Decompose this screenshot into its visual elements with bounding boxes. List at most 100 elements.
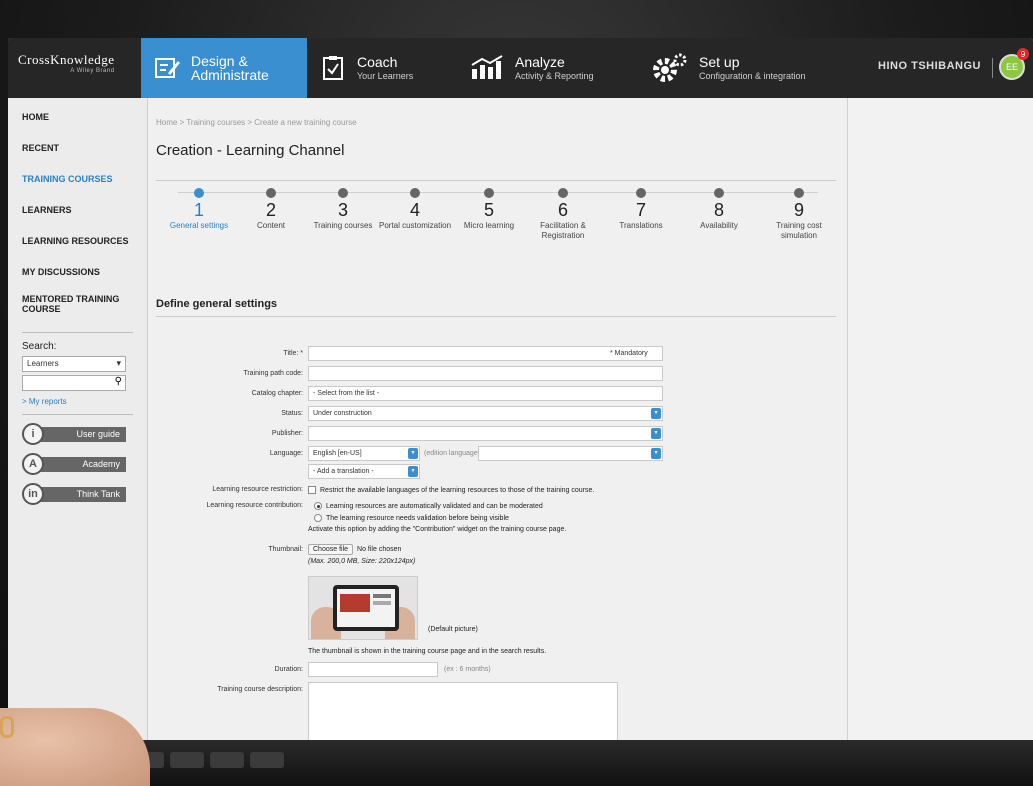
user-name[interactable]: HINO TSHIBANGU <box>878 60 981 72</box>
file-picker[interactable]: Choose file No file chosen <box>308 544 401 555</box>
radio-button[interactable] <box>314 514 322 522</box>
divider <box>156 180 836 181</box>
divider <box>22 332 133 333</box>
step-dot <box>338 188 348 198</box>
nav-coach[interactable]: Coach Your Learners <box>307 38 457 98</box>
restriction-option[interactable]: Restrict the available languages of the … <box>308 486 594 494</box>
publisher-row: Publisher: <box>148 426 303 442</box>
restriction-checkbox[interactable] <box>308 486 316 494</box>
training-path-code-input[interactable] <box>308 366 663 381</box>
status-select[interactable]: Under construction ▾ <box>308 406 663 421</box>
step-content[interactable]: 2 Content <box>234 188 308 231</box>
step-dot <box>714 188 724 198</box>
photo-scene: CrossKnowledge A Wiley Brand Design & Ad… <box>0 0 1033 786</box>
choose-file-button[interactable]: Choose file <box>308 544 354 555</box>
divider <box>992 58 993 78</box>
option-text: Learning resources are automatically val… <box>326 502 543 510</box>
thumbnail-image <box>308 576 418 640</box>
gear-icon <box>649 53 689 82</box>
sidebar-item-training-courses[interactable]: TRAINING COURSES <box>8 164 147 195</box>
select-value: English [en-US] <box>313 450 362 457</box>
user-guide-button[interactable]: User guide i <box>22 423 133 445</box>
sidebar: HOME RECENT TRAINING COURSES LEARNERS LE… <box>8 98 148 758</box>
sidebar-item-my-discussions[interactable]: MY DISCUSSIONS <box>8 257 147 288</box>
my-reports-link[interactable]: > My reports <box>22 397 133 406</box>
field-label: Training path code: <box>243 370 303 377</box>
notification-badge[interactable]: 9 <box>1017 48 1029 60</box>
tablet-image <box>333 585 399 631</box>
contribution-row: Learning resource contribution: <box>148 498 303 514</box>
step-general-settings[interactable]: 1 General settings <box>162 188 236 231</box>
sidebar-item-home[interactable]: HOME <box>8 102 147 133</box>
step-training-courses[interactable]: 3 Training courses <box>306 188 380 231</box>
language-select[interactable]: English [en-US] ▾ <box>308 446 420 461</box>
step-training-cost-simulation[interactable]: 9 Training cost simulation <box>762 188 836 241</box>
laptop-screen: CrossKnowledge A Wiley Brand Design & Ad… <box>8 38 1033 758</box>
step-label: Content <box>256 221 286 230</box>
sidebar-item-recent[interactable]: RECENT <box>8 133 147 164</box>
wizard-steps: 1 General settings 2 Content 3 Training … <box>168 188 828 268</box>
select-value: Under construction <box>313 410 372 417</box>
breadcrumb[interactable]: Home > Training courses > Create a new t… <box>156 118 357 127</box>
step-dot <box>194 188 204 198</box>
step-number: 2 <box>265 200 276 220</box>
duration-input[interactable] <box>308 662 438 677</box>
nav-subtitle: Activity & Reporting <box>515 71 594 81</box>
logo-text: CrossKnowledge <box>18 52 115 67</box>
step-label: Portal customization <box>378 221 452 230</box>
radio-button[interactable] <box>314 502 322 510</box>
add-translation-select[interactable]: - Add a translation - ▾ <box>308 464 420 479</box>
nav-design-administrate[interactable]: Design & Administrate <box>141 38 307 98</box>
step-translations[interactable]: 7 Translations <box>604 188 678 231</box>
nav-title: Design & <box>191 53 248 69</box>
mandatory-note: * Mandatory <box>610 350 648 357</box>
default-picture-label: (Default picture) <box>428 626 478 633</box>
button-label: Think Tank <box>40 487 126 502</box>
field-label: Catalog chapter: <box>251 390 303 397</box>
contribution-option-2[interactable]: The learning resource needs validation b… <box>314 514 509 522</box>
step-number: 4 <box>409 200 420 220</box>
step-portal-customization[interactable]: 4 Portal customization <box>378 188 452 231</box>
sidebar-item-mentored-training-course[interactable]: MENTORED TRAINING COURSE <box>8 288 147 324</box>
step-label: Facilitation & Registration <box>540 221 586 240</box>
academy-icon: A <box>22 453 44 475</box>
duration-row: Duration: <box>148 662 303 678</box>
step-label: Availability <box>700 221 738 230</box>
contribution-option-1[interactable]: Learning resources are automatically val… <box>314 502 543 510</box>
think-tank-button[interactable]: Think Tank in <box>22 483 133 505</box>
step-availability[interactable]: 8 Availability <box>682 188 756 231</box>
step-number: 9 <box>793 200 804 220</box>
language-secondary-select[interactable]: ▾ <box>478 446 663 461</box>
edit-icon <box>153 54 181 82</box>
step-dot <box>410 188 420 198</box>
step-micro-learning[interactable]: 5 Micro learning <box>452 188 526 231</box>
sidebar-item-learners[interactable]: LEARNERS <box>8 195 147 226</box>
chevron-down-icon: ▾ <box>651 408 661 419</box>
chapter-row: Catalog chapter: <box>148 386 303 402</box>
ring <box>0 716 14 738</box>
nav-setup[interactable]: Set up Configuration & integration <box>637 38 837 98</box>
sidebar-item-learning-resources[interactable]: LEARNING RESOURCES <box>8 226 147 257</box>
option-text: The learning resource needs validation b… <box>326 514 509 522</box>
nav-subtitle: Your Learners <box>357 71 414 81</box>
step-number: 6 <box>557 200 568 220</box>
nav-analyze[interactable]: Analyze Activity & Reporting <box>457 38 637 98</box>
no-file-text: No file chosen <box>357 546 402 553</box>
title-row: Title: * <box>148 346 303 362</box>
step-label: Training cost simulation <box>776 221 822 240</box>
academy-button[interactable]: Academy A <box>22 453 133 475</box>
catalog-chapter-select[interactable]: - Select from the list - <box>308 386 663 401</box>
step-number: 5 <box>483 200 494 220</box>
top-navigation-bar: CrossKnowledge A Wiley Brand Design & Ad… <box>8 38 1033 98</box>
publisher-select[interactable]: ▾ <box>308 426 663 441</box>
step-label: Micro learning <box>463 221 515 230</box>
search-scope-select[interactable]: Learners <box>22 356 126 372</box>
crossknowledge-logo[interactable]: CrossKnowledge A Wiley Brand <box>18 52 115 74</box>
status-row: Status: <box>148 406 303 422</box>
chart-icon <box>469 54 505 82</box>
search-icon[interactable]: ⚲ <box>115 376 122 387</box>
button-label: Academy <box>40 457 126 472</box>
step-facilitation-registration[interactable]: 6 Facilitation & Registration <box>526 188 600 241</box>
checklist-icon <box>319 54 347 82</box>
search-input[interactable]: ⚲ <box>22 375 126 391</box>
